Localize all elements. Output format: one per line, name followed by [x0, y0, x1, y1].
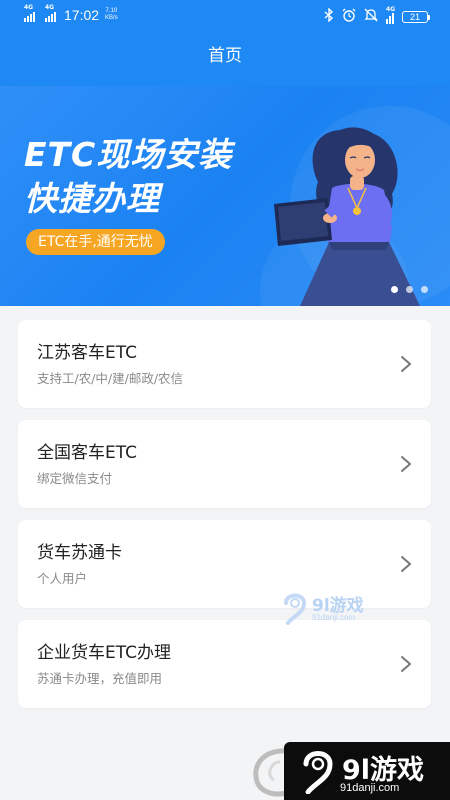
banner-headline: ETC现场安装 [24, 135, 233, 174]
carousel-dot[interactable] [421, 286, 428, 293]
clock: 17:02 [64, 7, 100, 23]
signal-icon: 4G [45, 4, 56, 22]
card-title: 货车苏通卡 [37, 543, 122, 563]
watermark-url: 91danji.com [312, 613, 356, 622]
card-title: 企业货车ETC办理 [37, 643, 171, 663]
card-subtitle: 苏通卡办理，充值即用 [37, 671, 163, 686]
lte-tag: 4G [386, 5, 396, 13]
alarm-icon [342, 8, 356, 25]
network-speed-unit: KB/s [105, 15, 118, 21]
network-speed: 7.10 KB/s [105, 8, 118, 22]
watermark-logo-icon [303, 751, 333, 794]
chevron-right-icon [401, 356, 411, 372]
status-bar: 4G 4G 17:02 7.10 KB/s 4G 21 [0, 0, 450, 34]
carousel-dot[interactable] [406, 286, 413, 293]
service-card-enterprise-truck-etc[interactable]: 企业货车ETC办理 苏通卡办理，充值即用 [18, 620, 431, 708]
card-subtitle: 个人用户 [37, 571, 88, 586]
watermark-badge: 9l游戏 91danji.com [244, 742, 450, 800]
banner-carousel[interactable]: ETC现场安装 快捷办理 ETC在手,通行无忧 [0, 86, 450, 306]
card-subtitle: 绑定微信支付 [37, 471, 113, 486]
service-card-jiangsu-passenger-etc[interactable]: 江苏客车ETC 支持工/农/中/建/邮政/农信 [18, 320, 431, 408]
watermark-overlay: 9l游戏 91danji.com [282, 591, 392, 627]
status-left: 4G 4G 17:02 7.10 KB/s [24, 4, 118, 23]
carousel-indicator[interactable] [391, 286, 428, 293]
lte-signal-icon: 4G [386, 6, 395, 24]
banner-headline-secondary: 快捷办理 [24, 179, 160, 218]
service-card-national-passenger-etc[interactable]: 全国客车ETC 绑定微信支付 [18, 420, 431, 508]
signal-tag: 4G [45, 4, 55, 11]
chevron-right-icon [401, 456, 411, 472]
status-right: 4G 21 [324, 6, 430, 25]
watermark-logo-icon [284, 593, 307, 625]
carousel-dot[interactable] [391, 286, 398, 293]
chevron-right-icon [401, 556, 411, 572]
signal-tag: 4G [24, 4, 34, 11]
page-title: 首页 [0, 34, 450, 86]
card-title: 江苏客车ETC [37, 343, 137, 363]
signal-icon: 4G [24, 4, 35, 22]
bluetooth-icon [324, 7, 334, 25]
network-speed-value: 7.10 [105, 8, 118, 14]
chevron-right-icon [401, 656, 411, 672]
woman-with-tablet-illustration [274, 127, 420, 306]
card-title: 全国客车ETC [37, 443, 137, 463]
mute-bell-icon [364, 8, 378, 25]
battery-icon: 21 [402, 10, 430, 23]
banner-slogan-badge: ETC在手,通行无忧 [26, 229, 165, 255]
card-subtitle: 支持工/农/中/建/邮政/农信 [37, 371, 184, 386]
watermark-url: 91danji.com [340, 782, 400, 794]
